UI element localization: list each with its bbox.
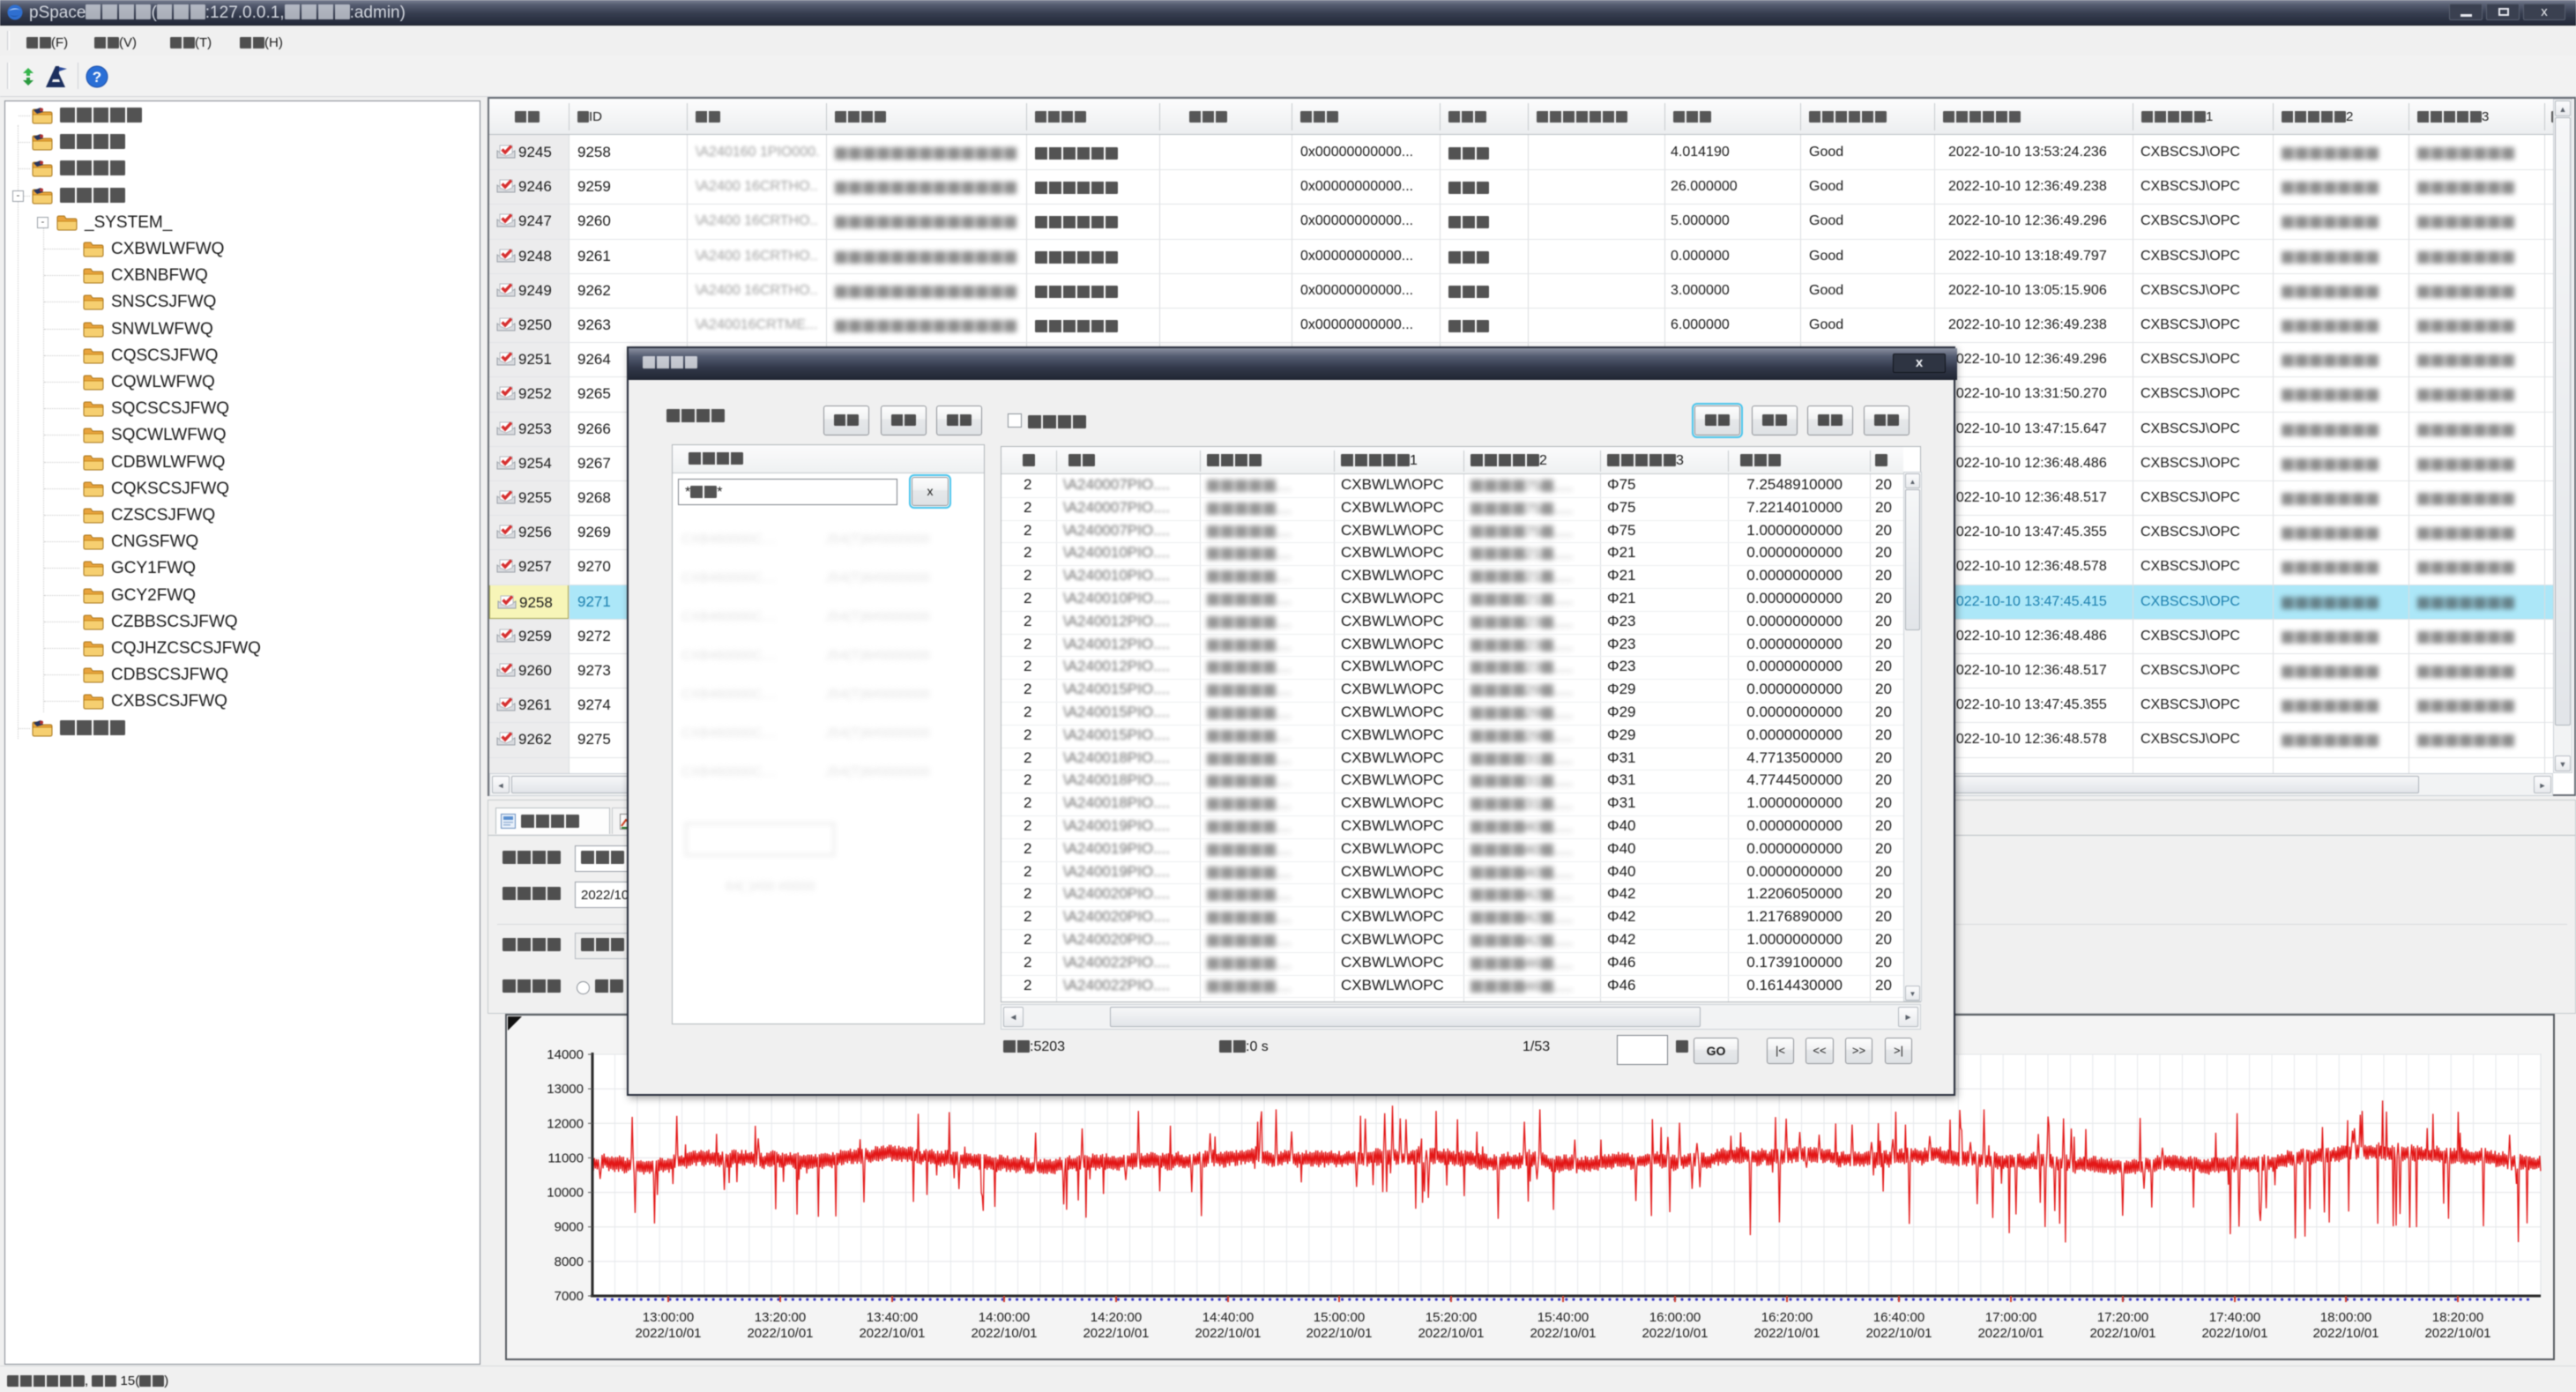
svg-text:18:00:00: 18:00:00 [2320,1310,2371,1325]
svg-text:14000: 14000 [547,1047,584,1062]
svg-text:2022/10/01: 2022/10/01 [2312,1326,2379,1341]
svg-text:15:20:00: 15:20:00 [1426,1310,1477,1325]
svg-text:17:40:00: 17:40:00 [2209,1310,2260,1325]
svg-text:10000: 10000 [547,1186,584,1201]
svg-text:2022/10/01: 2022/10/01 [1083,1326,1149,1341]
svg-text:2022/10/01: 2022/10/01 [635,1326,701,1341]
svg-text:8000: 8000 [555,1254,584,1269]
svg-text:2022/10/01: 2022/10/01 [1642,1326,1708,1341]
svg-text:18:20:00: 18:20:00 [2432,1310,2483,1325]
svg-text:2022/10/01: 2022/10/01 [1865,1326,1932,1341]
svg-text:2022/10/01: 2022/10/01 [1195,1326,1261,1341]
svg-text:13:20:00: 13:20:00 [755,1310,806,1325]
svg-text:13000: 13000 [547,1082,584,1097]
svg-text:2022/10/01: 2022/10/01 [2201,1326,2267,1341]
svg-text:2022/10/01: 2022/10/01 [2089,1326,2155,1341]
svg-text:2022/10/01: 2022/10/01 [747,1326,813,1341]
svg-text:2022/10/01: 2022/10/01 [1977,1326,2044,1341]
svg-text:13:40:00: 13:40:00 [867,1310,918,1325]
svg-text:2022/10/01: 2022/10/01 [1530,1326,1596,1341]
svg-text:7000: 7000 [555,1289,584,1304]
svg-text:2022/10/01: 2022/10/01 [2424,1326,2490,1341]
svg-text:16:00:00: 16:00:00 [1649,1310,1701,1325]
svg-text:14:00:00: 14:00:00 [979,1310,1030,1325]
svg-text:13:00:00: 13:00:00 [643,1310,694,1325]
svg-text:14:20:00: 14:20:00 [1091,1310,1142,1325]
svg-text:2022/10/01: 2022/10/01 [1306,1326,1372,1341]
svg-text:2022/10/01: 2022/10/01 [971,1326,1037,1341]
svg-text:15:00:00: 15:00:00 [1314,1310,1365,1325]
svg-text:12000: 12000 [547,1116,584,1131]
svg-text:16:40:00: 16:40:00 [1873,1310,1925,1325]
svg-text:15:40:00: 15:40:00 [1537,1310,1589,1325]
svg-text:11000: 11000 [547,1150,584,1165]
svg-text:9000: 9000 [555,1220,584,1235]
svg-text:14:40:00: 14:40:00 [1202,1310,1254,1325]
svg-text:2022/10/01: 2022/10/01 [1753,1326,1820,1341]
svg-text:17:20:00: 17:20:00 [2097,1310,2148,1325]
svg-text:2022/10/01: 2022/10/01 [1418,1326,1484,1341]
svg-text:17:00:00: 17:00:00 [1985,1310,2036,1325]
svg-text:2022/10/01: 2022/10/01 [859,1326,925,1341]
svg-text:16:20:00: 16:20:00 [1761,1310,1813,1325]
svg-text:?: ? [93,69,101,86]
